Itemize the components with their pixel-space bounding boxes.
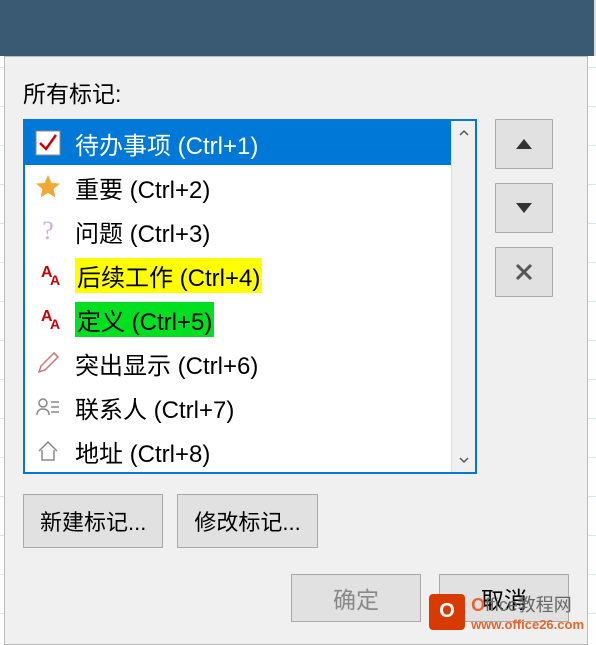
- list-item-question[interactable]: ? 问题 (Ctrl+3): [25, 209, 451, 253]
- list-item-important[interactable]: 重要 (Ctrl+2): [25, 165, 451, 209]
- watermark-url: www.office26.com: [471, 617, 584, 632]
- all-tags-label: 所有标记:: [23, 75, 569, 109]
- item-label: 后续工作 (Ctrl+4): [75, 258, 262, 293]
- office-logo-icon: O: [429, 594, 465, 630]
- item-label: 突出显示 (Ctrl+6): [75, 346, 258, 381]
- checkmark-icon: [29, 124, 67, 162]
- watermark-brand: Office教程网: [471, 591, 584, 617]
- star-icon: [29, 168, 67, 206]
- aa-icon: AA: [29, 300, 67, 338]
- svg-text:?: ?: [42, 217, 54, 245]
- svg-text:A: A: [50, 316, 60, 332]
- contact-icon: [29, 388, 67, 426]
- move-up-button[interactable]: [495, 119, 553, 169]
- watermark: O Office教程网 www.office26.com: [429, 591, 584, 632]
- item-label: 重要 (Ctrl+2): [75, 170, 210, 205]
- item-label: 问题 (Ctrl+3): [75, 214, 210, 249]
- title-bar: [0, 0, 596, 56]
- scroll-down-icon[interactable]: [452, 448, 475, 472]
- pen-icon: [29, 344, 67, 382]
- list-item-contact[interactable]: 联系人 (Ctrl+7): [25, 385, 451, 429]
- x-icon: [514, 262, 534, 282]
- list-item-todo[interactable]: 待办事项 (Ctrl+1): [25, 121, 451, 165]
- triangle-down-icon: [515, 202, 533, 214]
- list-item-highlight[interactable]: 突出显示 (Ctrl+6): [25, 341, 451, 385]
- scroll-up-icon[interactable]: [452, 121, 475, 145]
- ok-button[interactable]: 确定: [291, 574, 421, 622]
- triangle-up-icon: [515, 138, 533, 150]
- move-down-button[interactable]: [495, 183, 553, 233]
- svg-text:A: A: [50, 272, 60, 288]
- item-label: 待办事项 (Ctrl+1): [75, 126, 258, 161]
- scrollbar[interactable]: [451, 121, 475, 472]
- item-label: 联系人 (Ctrl+7): [75, 390, 234, 425]
- modify-tag-button[interactable]: 修改标记...: [177, 494, 317, 548]
- item-label: 定义 (Ctrl+5): [75, 302, 214, 337]
- question-icon: ?: [29, 212, 67, 250]
- list-item-address[interactable]: 地址 (Ctrl+8): [25, 429, 451, 472]
- scroll-track[interactable]: [452, 145, 475, 448]
- delete-button[interactable]: [495, 247, 553, 297]
- item-label: 地址 (Ctrl+8): [75, 434, 210, 469]
- aa-icon: AA: [29, 256, 67, 294]
- tags-dialog: 所有标记: 待办事项 (Ctrl+1) 重要 (Ctrl+2): [4, 56, 588, 645]
- list-item-followup[interactable]: AA 后续工作 (Ctrl+4): [25, 253, 451, 297]
- new-tag-button[interactable]: 新建标记...: [23, 494, 163, 548]
- home-icon: [29, 432, 67, 470]
- list-item-definition[interactable]: AA 定义 (Ctrl+5): [25, 297, 451, 341]
- tags-listbox[interactable]: 待办事项 (Ctrl+1) 重要 (Ctrl+2) ? 问题 (Ctrl+3): [23, 119, 477, 474]
